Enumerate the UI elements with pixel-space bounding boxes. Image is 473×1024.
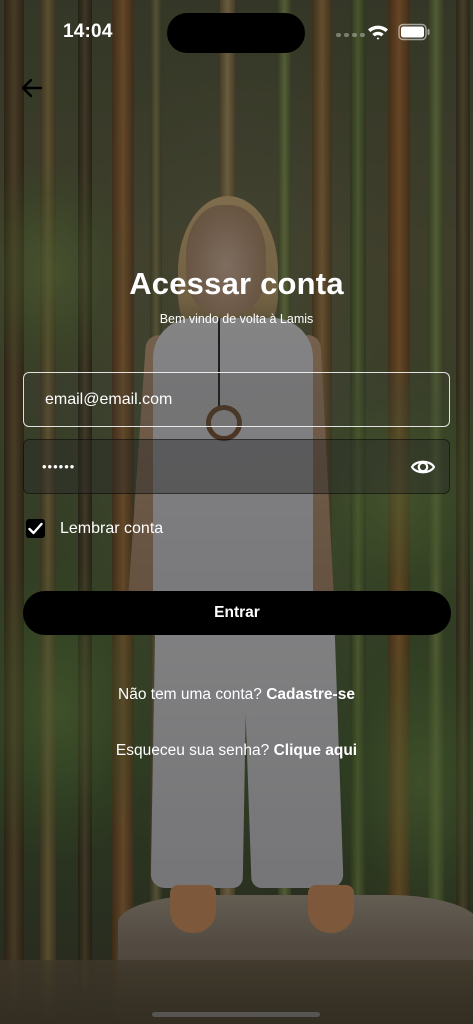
email-field-container xyxy=(23,372,450,427)
dynamic-island xyxy=(167,13,305,53)
password-field[interactable] xyxy=(24,440,402,493)
arrow-left-icon xyxy=(21,78,43,98)
forgot-password-link[interactable]: Clique aqui xyxy=(274,742,358,759)
home-indicator xyxy=(152,1012,320,1017)
remember-account-toggle[interactable]: Lembrar conta xyxy=(26,519,163,538)
email-field[interactable] xyxy=(24,373,405,426)
password-field-container xyxy=(23,439,450,494)
forgot-prompt: Esqueceu sua senha? xyxy=(115,742,274,759)
login-button[interactable]: Entrar xyxy=(23,591,451,635)
battery-icon xyxy=(398,23,430,41)
status-time: 14:04 xyxy=(63,21,113,42)
wifi-icon xyxy=(368,25,388,40)
forgot-password-row: Esqueceu sua senha? Clique aqui xyxy=(0,742,473,760)
checkmark-icon xyxy=(28,522,43,535)
eye-icon[interactable] xyxy=(410,456,436,478)
page-title: Acessar conta xyxy=(129,266,344,301)
remember-label: Lembrar conta xyxy=(60,519,164,537)
cellular-signal-icon xyxy=(336,33,365,37)
remember-checkbox[interactable] xyxy=(26,519,45,538)
signup-link[interactable]: Cadastre-se xyxy=(266,686,355,703)
page-subtitle: Bem vindo de volta à Lamis xyxy=(159,312,314,326)
login-screen: 14:04 Acessar conta Bem vindo de volta à… xyxy=(0,0,473,1024)
signup-prompt: Não tem uma conta? xyxy=(118,686,267,703)
back-button[interactable] xyxy=(18,75,46,101)
signup-row: Não tem uma conta? Cadastre-se xyxy=(0,686,473,704)
background-photo xyxy=(0,0,473,1024)
